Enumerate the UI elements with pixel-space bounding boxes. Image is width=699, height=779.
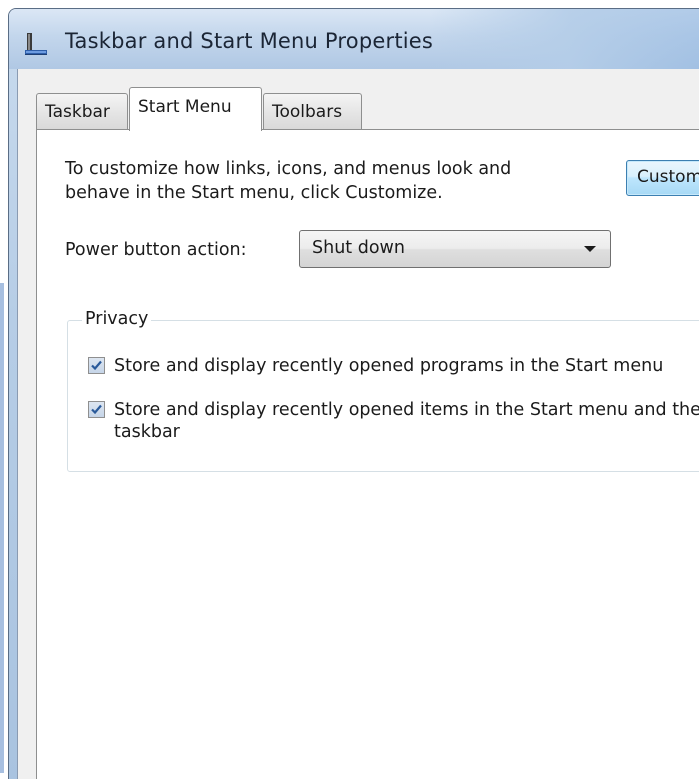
store-items-checkbox[interactable] [88, 401, 105, 418]
store-items-label: Store and display recently opened items … [114, 400, 699, 420]
customize-button[interactable]: Customize... [626, 160, 699, 196]
tab-toolbars-label: Toolbars [272, 102, 343, 122]
store-programs-label: Store and display recently opened progra… [114, 356, 664, 376]
title-bar-glow [429, 9, 699, 69]
privacy-groupbox: Privacy Store and display recently opene… [67, 309, 699, 472]
chevron-down-icon [584, 246, 596, 252]
window-title: Taskbar and Start Menu Properties [65, 29, 434, 53]
power-button-action-dropdown[interactable]: Shut down [299, 230, 611, 268]
background-window-edge [0, 283, 4, 773]
checkmark-icon [91, 360, 102, 371]
store-items-label-line-2: taskbar [114, 422, 180, 442]
tab-taskbar[interactable]: Taskbar [36, 93, 128, 129]
customize-description: To customize how links, icons, and menus… [65, 157, 605, 205]
customize-description-line-2: behave in the Start menu, click Customiz… [65, 183, 443, 203]
tab-toolbars[interactable]: Toolbars [263, 93, 362, 129]
power-button-action-value: Shut down [312, 238, 405, 258]
customize-description-line-1: To customize how links, icons, and menus… [65, 159, 512, 179]
store-programs-checkbox[interactable] [88, 357, 105, 374]
properties-dialog: Taskbar and Start Menu Properties Taskba… [8, 8, 699, 779]
checkmark-icon [91, 404, 102, 415]
taskbar-app-icon [23, 31, 49, 57]
dialog-client-area: Taskbar Start Menu Toolbars To customize… [17, 69, 699, 779]
tab-taskbar-label: Taskbar [45, 102, 110, 122]
tab-start-menu[interactable]: Start Menu [129, 87, 262, 131]
tab-start-menu-label: Start Menu [138, 97, 232, 117]
power-button-label: Power button action: [65, 240, 247, 260]
privacy-legend: Privacy [82, 309, 152, 329]
title-bar[interactable]: Taskbar and Start Menu Properties [9, 9, 699, 69]
start-menu-tab-panel: To customize how links, icons, and menus… [36, 129, 699, 779]
